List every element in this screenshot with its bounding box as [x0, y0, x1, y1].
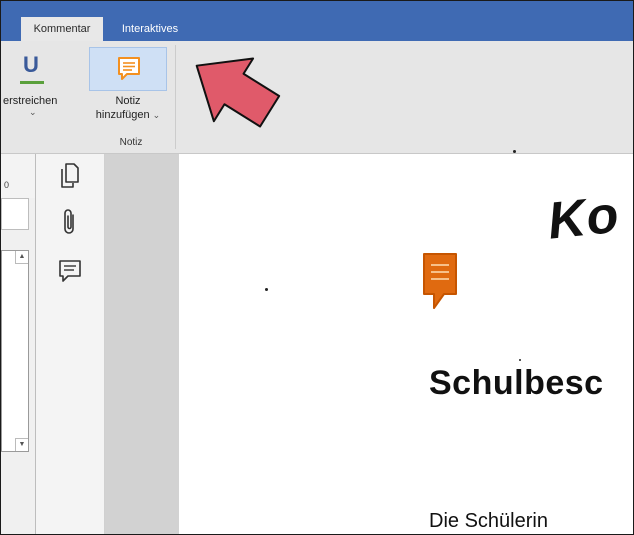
- scan-speck: [513, 150, 516, 153]
- ribbon-tab-bar: Kommentar Interaktives Formular: [1, 1, 633, 59]
- ruler: 0: [1, 154, 35, 198]
- add-note-button[interactable]: Notiz hinzufügen ⌄: [89, 47, 167, 133]
- note-icon: [118, 57, 140, 80]
- attachment-icon[interactable]: [58, 207, 82, 237]
- left-field[interactable]: [1, 198, 29, 230]
- navigation-icon-strip: [36, 154, 105, 534]
- add-note-label-text: hinzufügen: [95, 109, 150, 121]
- document-title: Schulbesc: [429, 364, 604, 402]
- scan-speck: [265, 288, 268, 291]
- ribbon-group-label: Notiz: [119, 137, 143, 148]
- underline-icon: U: [23, 52, 39, 77]
- ribbon-panel: U erstreichen ⌄ Notiz hinzufügen ⌄ Notiz: [1, 41, 633, 154]
- comments-icon[interactable]: [58, 258, 84, 286]
- document-page: Ko Schulbesc Die Schülerin: [179, 150, 633, 534]
- app-window: Kommentar Interaktives Formular U erstre…: [0, 0, 634, 535]
- underline-color-bar: [20, 81, 44, 84]
- arrow-annotation: [195, 57, 281, 128]
- note-marker-icon[interactable]: [422, 252, 460, 312]
- pages-icon[interactable]: [58, 162, 82, 190]
- ribbon-group-divider: [175, 45, 176, 149]
- document-heading: Ko: [545, 185, 623, 251]
- scroll-up-arrow-icon[interactable]: ▲: [15, 251, 28, 264]
- add-note-highlight: [89, 47, 167, 91]
- page-gutter: [105, 154, 179, 534]
- ruler-value: 0: [4, 180, 10, 190]
- left-panel: 0 ▲ ▼: [1, 154, 36, 534]
- tab-kommentar[interactable]: Kommentar: [21, 17, 103, 41]
- underline-label: erstreichen: [3, 95, 58, 107]
- scroll-list[interactable]: ▲ ▼: [1, 250, 29, 452]
- scan-speck: [519, 359, 521, 361]
- add-note-label-line2: hinzufügen ⌄: [89, 109, 167, 121]
- tab-interaktives-formular[interactable]: Interaktives Formular: [105, 17, 195, 59]
- scroll-down-arrow-icon[interactable]: ▼: [15, 438, 28, 451]
- document-body-text: Die Schülerin: [429, 510, 548, 532]
- chevron-down-icon[interactable]: ⌄: [29, 107, 37, 118]
- chevron-down-icon[interactable]: ⌄: [153, 110, 161, 120]
- add-note-label-line1: Notiz: [115, 95, 141, 107]
